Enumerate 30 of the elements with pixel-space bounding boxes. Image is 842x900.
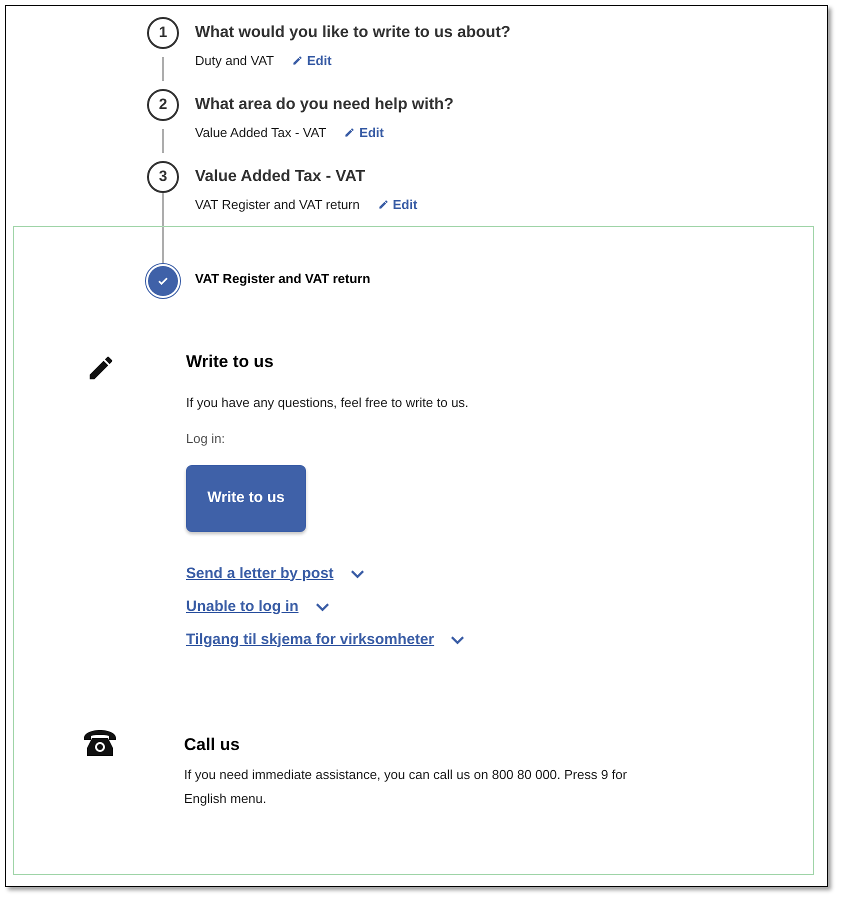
step-number: 1 [147, 17, 179, 49]
chevron-down-icon [450, 634, 466, 644]
login-label: Log in: [186, 430, 226, 448]
write-button[interactable]: Write to us [186, 464, 306, 532]
step-title: What area do you need help with? [195, 95, 454, 115]
section-heading: Call us [184, 734, 241, 756]
description-text: If you have any questions, feel free to write to us. [186, 394, 470, 412]
current-step-title: VAT Register and VAT return [195, 270, 370, 288]
step-number: 3 [147, 161, 179, 193]
expandable-link[interactable]: Unable to log in [186, 596, 330, 616]
expandable-link[interactable]: Send a letter by post [186, 564, 365, 584]
section-heading: Write to us [186, 351, 275, 373]
edit-link[interactable]: Edit [344, 123, 384, 142]
step-title: Value Added Tax - VAT [195, 167, 366, 187]
chevron-down-icon [314, 602, 330, 612]
pencil-icon [292, 55, 303, 66]
step-answer: Value Added Tax - VAT [195, 124, 326, 142]
step-title: What would you like to write to us about? [195, 23, 511, 43]
step-answer: Duty and VAT [195, 52, 274, 70]
description-text: If you need immediate assistance, you can call us on 800 80 000. Press 9 for English menu. [184, 766, 628, 808]
check-icon [157, 275, 169, 287]
step-number: 2 [147, 89, 179, 121]
pencil-icon [378, 199, 389, 210]
chevron-down-icon [350, 568, 365, 578]
pencil-icon [344, 127, 356, 138]
telephone-icon [82, 728, 118, 758]
edit-link[interactable]: Edit [378, 195, 418, 214]
edit-link[interactable]: Edit [292, 51, 332, 70]
step-answer: VAT Register and VAT return [195, 196, 360, 214]
expandable-link[interactable]: Tilgang til skjema for virksomheter [186, 630, 466, 650]
